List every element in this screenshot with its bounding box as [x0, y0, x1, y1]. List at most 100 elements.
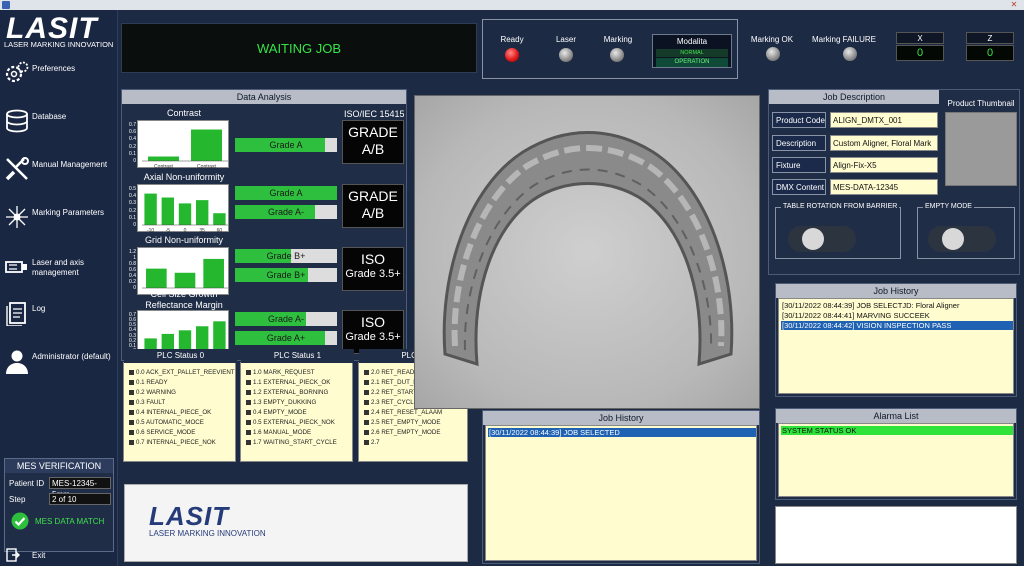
plc-item: 1.0 MARK_REQUEST	[246, 369, 315, 376]
window-title-bar	[0, 0, 1024, 10]
center-job-history-title: Job History	[483, 411, 759, 425]
tools-icon	[5, 157, 29, 181]
mes-verification-panel: MES VERIFICATION Patient ID MES-12345-5m…	[4, 458, 114, 552]
mode-normal[interactable]: NORMAL	[656, 49, 728, 57]
nav-marking-parameters[interactable]: Marking Parameters	[0, 200, 118, 238]
plc-item: 0.7 INTERNAL_PIECE_NOK	[129, 439, 216, 446]
nav-preferences[interactable]: Preferences	[0, 56, 118, 94]
x-axis-readout: X 0	[896, 32, 944, 62]
plc-item: 2.0 RET_READY	[364, 369, 418, 376]
nav-administrator[interactable]: Administrator (default)	[0, 344, 118, 382]
plc-item: 2.6 RET_EMPTY_MODE	[364, 429, 440, 436]
plc-item: 1.6 MANUAL_MODE	[246, 429, 311, 436]
right-job-history-title: Job History	[776, 284, 1016, 298]
plc-item: 0.1 READY	[129, 379, 168, 386]
toggle-knob	[942, 228, 964, 250]
plc-item: 0.5 AUTOMATIC_MOCE	[129, 419, 204, 426]
plc-item: 2.5 RET_EMPTY_MODE	[364, 419, 440, 426]
step-label: Step	[9, 495, 26, 504]
log-document-icon	[6, 302, 26, 326]
blank-output-box	[775, 506, 1017, 564]
plc-item: 2.3 RET_CYCLE_	[364, 399, 421, 406]
history-entry[interactable]: [30/11/2022 08:44:39] JOB SELECTED	[488, 428, 756, 437]
empty-mode-label: EMPTY MODE	[923, 203, 974, 210]
laser-device-icon	[5, 261, 27, 273]
plc-item: 0.6 SERVICE_MODE	[129, 429, 195, 436]
plc-item: 0.0 ACK_EXT_PALLET_REEVIENT	[129, 369, 235, 376]
ready-indicator	[505, 48, 519, 62]
brand-tagline: LASER MARKING INNOVATION	[4, 40, 114, 49]
z-label: Z	[966, 32, 1014, 44]
mode-operation[interactable]: OPERATION	[656, 58, 728, 67]
plc-status-1: PLC Status 1 1.0 MARK_REQUEST 1.1 EXTERNAL…	[240, 349, 354, 462]
right-job-history-panel: Job History [30/11/2022 08:44:39] JOB SE…	[775, 283, 1017, 397]
dmx-content-value: MES-DATA-12345	[830, 179, 938, 195]
x-value: 0	[896, 45, 944, 61]
table-rotation-toggle[interactable]	[788, 226, 856, 252]
nav-laser-axis-management[interactable]: Laser and axis management	[0, 250, 118, 288]
plc-item: 1.2 EXTERNAL_BORNING	[246, 389, 328, 396]
nav-label: Marking Parameters	[32, 208, 105, 217]
empty-mode-toggle[interactable]	[928, 226, 996, 252]
table-rotation-label: TABLE ROTATION FROM BARRIER	[781, 203, 900, 210]
nav-label: Exit	[32, 551, 46, 560]
exit-icon	[6, 548, 20, 562]
nav-log[interactable]: Log	[0, 296, 118, 334]
plc-item: 2.4 RET_RESET_ALAAM	[364, 409, 442, 416]
nav-label: Administrator (default)	[32, 352, 111, 361]
plc-item: 1.1 EXTERNAL_PIECK_OK	[246, 379, 330, 386]
nav-manual-management[interactable]: Manual Management	[0, 152, 118, 190]
product-code-label: Product Code	[772, 112, 826, 128]
plc-item: 1.7 WAITING_START_CYCLE	[246, 439, 337, 446]
alarm-list-title: Alarma List	[776, 409, 1016, 423]
modalita-label: Modalita	[676, 37, 708, 46]
nav-label: Manual Management	[32, 160, 108, 169]
fixture-label: Fixture	[772, 157, 826, 173]
center-job-history-list[interactable]: [30/11/2022 08:44:39] JOB SELECTED	[485, 425, 757, 561]
history-entry[interactable]: [30/11/2022 08:44:42] VISION INSPECTION …	[781, 321, 1013, 330]
plc-title: PLC Status 0	[124, 349, 237, 363]
plc-item: 2.7	[364, 439, 380, 446]
patient-id-field[interactable]: MES-12345-5mm	[49, 477, 111, 499]
x-label: X	[896, 32, 944, 44]
mes-match-status: MES DATA MATCH	[35, 517, 105, 526]
plc-item: 0.5 EXTERNAL_PIECK_NOK	[246, 419, 335, 426]
laser-indicator	[559, 48, 573, 62]
history-entry[interactable]: [30/11/2022 08:44:39] JOB SELECTJD: Flor…	[781, 301, 1013, 310]
marking-label: Marking	[603, 35, 633, 44]
nav-database[interactable]: Database	[0, 104, 118, 142]
plc-title: PLC Status 1	[241, 349, 354, 363]
step-field[interactable]: 2 of 10	[49, 493, 111, 505]
z-axis-readout: Z 0	[966, 32, 1014, 62]
nav-label: Log	[32, 304, 46, 313]
logo-banner: LASIT LASER MARKING INNOVATION	[124, 484, 468, 562]
right-job-history-list[interactable]: [30/11/2022 08:44:39] JOB SELECTJD: Flor…	[778, 298, 1014, 394]
alarm-list[interactable]: SYSTEM STATUS OK	[778, 423, 1014, 497]
alarm-entry[interactable]: SYSTEM STATUS OK	[781, 426, 1013, 435]
iso-standard-label: ISO/IEC 15415	[344, 109, 405, 119]
description-value: Custom Aligner, Floral Mark	[830, 135, 938, 151]
history-entry[interactable]: [30/11/2022 08:44:41] MARVING SUCCEEK	[781, 311, 1013, 320]
product-code-value: ALIGN_DMTX_001	[830, 112, 938, 128]
ready-label: Ready	[500, 35, 524, 44]
mes-title: MES VERIFICATION	[5, 459, 113, 473]
marking-ok-indicator	[766, 47, 780, 61]
marking-failure-label: Marking FAILURE	[811, 35, 877, 44]
center-job-history-panel: Job History [30/11/2022 08:44:39] JOB SE…	[482, 410, 760, 564]
status-message: WAITING JOB	[121, 23, 477, 73]
mode-selector[interactable]: Modalita NORMAL OPERATION	[652, 34, 732, 68]
user-icon	[6, 350, 28, 374]
dental-aligner-image	[442, 131, 734, 367]
nav-exit[interactable]: Exit	[0, 548, 118, 566]
banner-brand: LASIT	[149, 501, 230, 531]
fixture-value: Align-Fix-X5	[830, 157, 938, 173]
marking-indicator	[610, 48, 624, 62]
plc-item: 2.1 RET_DUT_H	[364, 379, 418, 386]
dmx-content-label: DMX Content	[772, 179, 826, 195]
nav-label: Laser and axis management	[32, 258, 85, 277]
close-icon[interactable]: ✕	[1008, 1, 1020, 9]
marking-ok-label: Marking OK	[750, 35, 794, 44]
alarm-list-panel: Alarma List SYSTEM STATUS OK	[775, 408, 1017, 500]
laser-label: Laser	[555, 35, 576, 44]
plc-item: 0.4 INTERNAL_PIECE_OK	[129, 409, 211, 416]
